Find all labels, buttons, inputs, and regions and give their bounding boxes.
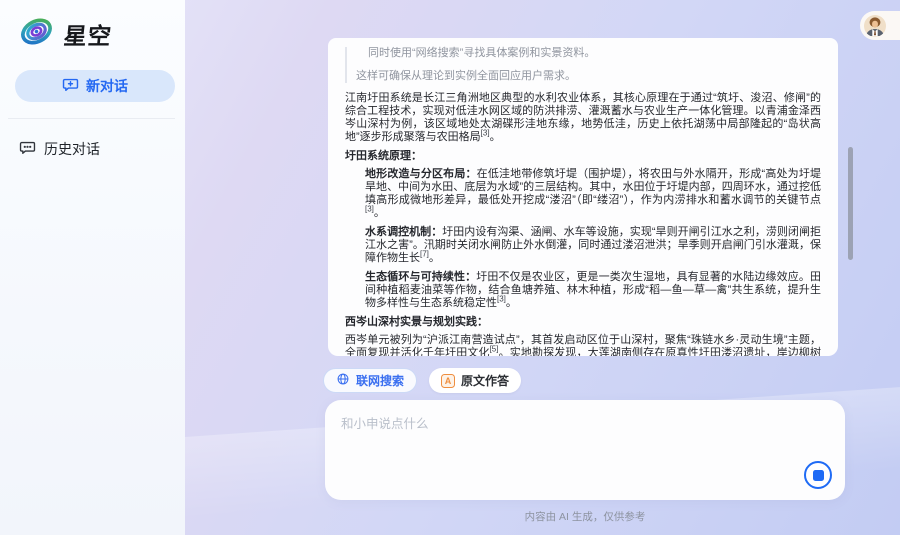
web-search-button[interactable]: 联网搜索 [323, 368, 417, 393]
chat-scrollbar-thumb[interactable] [848, 147, 853, 260]
stop-icon [813, 470, 824, 481]
brand-name: 星空 [62, 17, 114, 51]
user-avatar[interactable] [860, 11, 900, 40]
stop-generating-button[interactable] [804, 461, 832, 489]
original-answer-label: 原文作答 [461, 372, 509, 389]
user-avatar-image [863, 14, 887, 38]
composer-toolbar: 联网搜索 A 原文作答 [323, 368, 521, 393]
history-label: 历史对话 [44, 139, 100, 159]
answer-paragraph: 西岑单元被列为“沪派江南营造试点”，其首发启动区位于山深村，聚焦“珠链水乡·灵动… [345, 334, 821, 356]
web-search-label: 联网搜索 [356, 372, 404, 389]
chat-plus-icon [62, 76, 79, 96]
section-heading: 圩田系统原理： [345, 150, 821, 163]
new-chat-button[interactable]: 新对话 [15, 70, 175, 102]
citation-link[interactable]: [3] [497, 294, 506, 303]
ai-disclaimer: 内容由 AI 生成，仅供参考 [325, 509, 845, 524]
answer-paragraph: 江南圩田系统是长江三角洲地区典型的水利农业体系，其核心原理在于通过“筑圩、浚沼、… [345, 92, 821, 144]
galaxy-logo-icon [18, 14, 55, 54]
original-answer-button[interactable]: A 原文作答 [429, 368, 521, 393]
sidebar-item-history[interactable]: 历史对话 [0, 131, 185, 167]
globe-icon [336, 372, 350, 389]
message-input[interactable] [325, 400, 845, 470]
chat-dots-icon [19, 139, 36, 159]
brand: 星空 [0, 0, 185, 54]
list-item: 地形改造与分区布局：在低洼地带修筑圩堤（围护堤），将农田与外水隔开，形成“高处为… [365, 168, 821, 220]
citation-link[interactable]: [3] [365, 204, 374, 213]
assistant-message-card: 同时使用“网络搜索”寻找具体案例和实景资料。 这样可确保从理论到实例全面回应用户… [328, 38, 838, 356]
message-input-card [325, 400, 845, 500]
sidebar: 星空 新对话 历史对话 [0, 0, 185, 535]
list-item: 水系调控机制：圩田内设有沟渠、涵闸、水车等设施，实现“旱则开闸引江水之利，涝则闭… [365, 226, 821, 265]
original-text-icon: A [441, 374, 455, 388]
thinking-block: 同时使用“网络搜索”寻找具体案例和实景资料。 这样可确保从理论到实例全面回应用户… [345, 47, 821, 83]
sidebar-divider [8, 118, 175, 119]
thinking-line: 这样可确保从理论到实例全面回应用户需求。 [356, 70, 821, 83]
thinking-line: 同时使用“网络搜索”寻找具体案例和实景资料。 [356, 47, 821, 60]
section-heading: 西岑山深村实景与规划实践： [345, 316, 821, 329]
list-item: 生态循环与可持续性：圩田不仅是农业区，更是一类次生湿地，具有显著的水陆边缘效应。… [365, 271, 821, 310]
new-chat-label: 新对话 [86, 76, 128, 96]
citation-link[interactable]: [7] [420, 249, 429, 258]
citation-link[interactable]: [3] [481, 128, 490, 137]
